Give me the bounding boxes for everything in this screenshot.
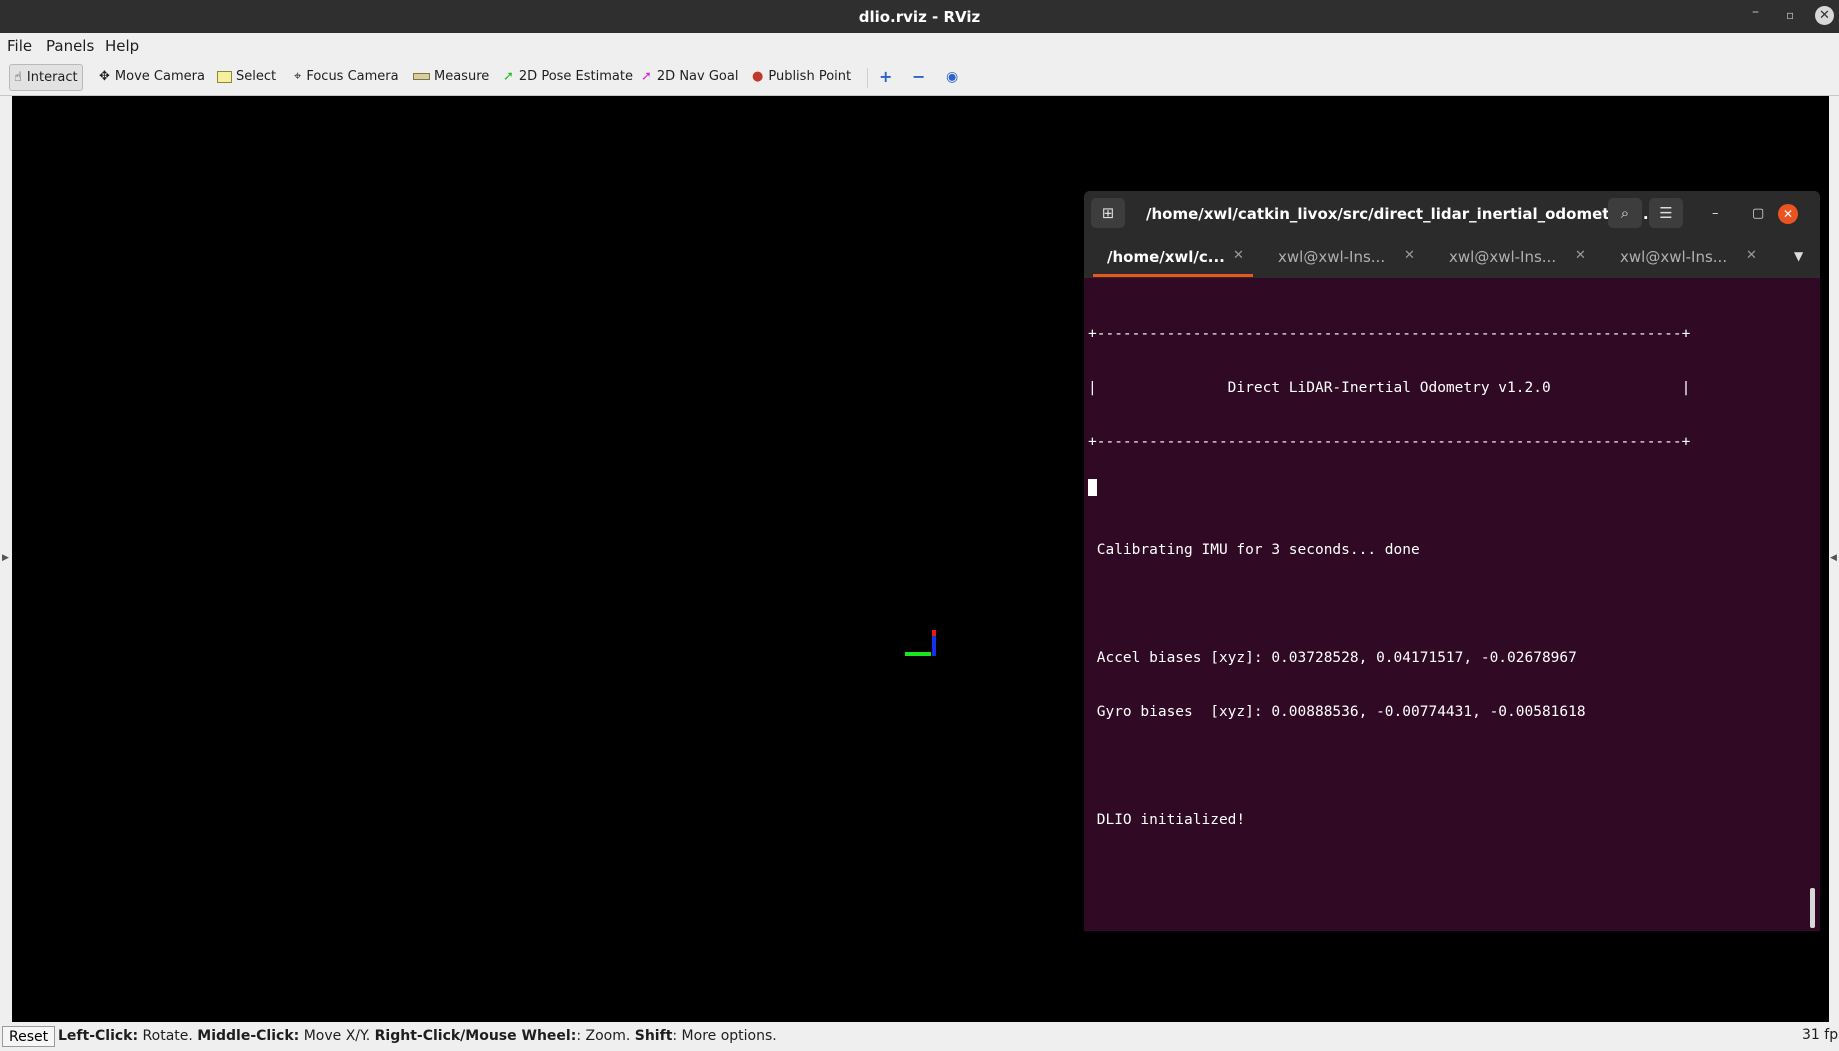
map-pin-icon: ● xyxy=(752,69,764,84)
search-icon[interactable]: ⌕ xyxy=(1608,198,1642,228)
terminal-line: +---------------------------------------… xyxy=(1088,434,1691,450)
fps-readout: 31 fp xyxy=(1802,1027,1839,1043)
tool-focus-camera[interactable]: ⌖ Focus Camera xyxy=(294,64,399,89)
terminal-cursor xyxy=(1088,479,1097,496)
select-box-icon xyxy=(217,70,232,83)
terminal-line: Calibrating IMU for 3 seconds... done xyxy=(1088,542,1420,558)
terminal-close-icon[interactable]: ✕ xyxy=(1778,204,1798,224)
new-tab-icon[interactable]: ⊞ xyxy=(1091,198,1125,228)
maximize-icon[interactable]: ▫ xyxy=(1786,8,1794,22)
menu-panels[interactable]: Panels xyxy=(46,37,94,55)
terminal-maximize-icon[interactable]: ▢ xyxy=(1752,206,1764,221)
terminal-title: /home/xwl/catkin_livox/src/direct_lidar_… xyxy=(1146,205,1655,223)
terminal-line: DLIO initialized! xyxy=(1088,812,1246,828)
tool-interact[interactable]: ☝ Interact xyxy=(9,64,83,91)
terminal-minimize-icon[interactable]: – xyxy=(1712,206,1719,221)
terminal-line: +---------------------------------------… xyxy=(1088,326,1691,342)
toolbar: ☝ Interact ✥ Move Camera Select ⌖ Focus … xyxy=(0,59,1839,96)
tab-close-icon[interactable]: ✕ xyxy=(1575,248,1586,263)
crosshair-icon: ⌖ xyxy=(294,69,302,84)
terminal-scrollbar[interactable] xyxy=(1810,888,1815,928)
terminal-line: Accel biases [xyz]: 0.03728528, 0.041715… xyxy=(1088,650,1577,666)
move-icon: ✥ xyxy=(99,69,110,84)
terminal-tab[interactable]: xwl@xwl-Ins... ✕ xyxy=(1278,237,1448,278)
terminal-header: ⊞ /home/xwl/catkin_livox/src/direct_lida… xyxy=(1084,191,1820,237)
menubar: File Panels Help xyxy=(0,33,1839,59)
axis-x-marker xyxy=(932,630,936,636)
tool-2d-pose-estimate[interactable]: ➚ 2D Pose Estimate xyxy=(503,64,633,89)
terminal-window[interactable]: ⊞ /home/xwl/catkin_livox/src/direct_lida… xyxy=(1084,191,1820,931)
axis-y-marker xyxy=(905,652,931,656)
green-arrow-icon: ➚ xyxy=(503,69,514,84)
terminal-output[interactable]: +---------------------------------------… xyxy=(1088,289,1788,865)
menu-help[interactable]: Help xyxy=(105,37,139,55)
close-icon[interactable]: ✕ xyxy=(1815,6,1834,25)
ruler-icon xyxy=(413,73,430,80)
terminal-tab[interactable]: xwl@xwl-Ins... ✕ xyxy=(1449,237,1619,278)
menu-file[interactable]: File xyxy=(7,37,32,55)
terminal-tab[interactable]: /home/xwl/c... ✕ xyxy=(1093,237,1277,278)
active-tab-indicator xyxy=(1093,274,1253,277)
tab-close-icon[interactable]: ✕ xyxy=(1233,248,1244,263)
tool-select[interactable]: Select xyxy=(217,64,276,89)
expand-left-icon[interactable]: ▶ xyxy=(2,553,9,563)
reset-button[interactable]: Reset xyxy=(2,1026,56,1047)
minus-icon[interactable]: − xyxy=(912,64,925,89)
tool-move-camera[interactable]: ✥ Move Camera xyxy=(99,64,205,89)
window-title: dlio.rviz - RViz xyxy=(858,8,981,26)
tab-close-icon[interactable]: ✕ xyxy=(1404,248,1415,263)
tab-list-chevron-down-icon[interactable]: ▼ xyxy=(1794,249,1803,263)
eye-icon[interactable]: ◉ xyxy=(946,64,958,89)
terminal-tab[interactable]: xwl@xwl-Ins... ✕ xyxy=(1620,237,1790,278)
terminal-line: Gyro biases [xyz]: 0.00888536, -0.007744… xyxy=(1088,704,1586,720)
tool-publish-point[interactable]: ● Publish Point xyxy=(752,64,851,89)
magenta-arrow-icon: ➚ xyxy=(641,69,652,84)
minimize-icon[interactable]: – xyxy=(1752,4,1759,20)
tab-close-icon[interactable]: ✕ xyxy=(1746,248,1757,263)
hamburger-menu-icon[interactable]: ☰ xyxy=(1649,198,1683,228)
expand-right-icon[interactable]: ◀ xyxy=(1830,553,1837,563)
terminal-line: | Direct LiDAR-Inertial Odometry v1.2.0 … xyxy=(1088,380,1691,396)
tool-measure[interactable]: Measure xyxy=(413,64,489,89)
plus-icon[interactable]: + xyxy=(879,64,892,89)
mouse-hint: Left-Click: Rotate. Middle-Click: Move X… xyxy=(58,1028,777,1044)
statusbar: Reset Left-Click: Rotate. Middle-Click: … xyxy=(0,1023,1839,1051)
tool-2d-nav-goal[interactable]: ➚ 2D Nav Goal xyxy=(641,64,738,89)
terminal-tabbar: /home/xwl/c... ✕ xwl@xwl-Ins... ✕ xwl@xw… xyxy=(1084,237,1820,278)
window-titlebar: dlio.rviz - RViz – ▫ ✕ xyxy=(0,0,1839,33)
toolbar-separator xyxy=(867,68,868,88)
hand-icon: ☝ xyxy=(14,70,22,85)
